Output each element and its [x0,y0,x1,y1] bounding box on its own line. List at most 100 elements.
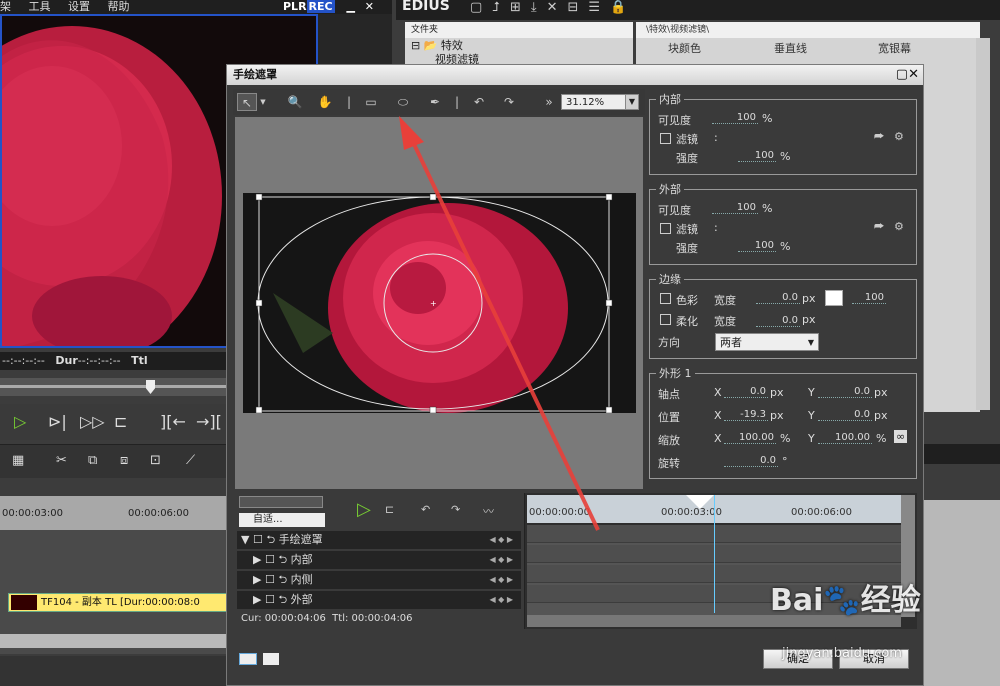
inner-strength-field[interactable]: 100 [738,150,776,162]
paste-icon[interactable]: ⧈ [120,451,128,471]
effect-widescreen[interactable]: 宽银幕 [878,40,911,56]
timeline-clip[interactable]: TF104 - 副本 TL [Dur:00:00:08:0 [8,593,230,612]
link-icon[interactable]: ⊡ [150,451,161,471]
filter-open-icon[interactable]: ⮫ [874,220,884,234]
plr-rec-toggle[interactable]: PLR REC ▁ ✕ [283,0,374,13]
app-toolbar-icons[interactable]: ▢⮥⊞⤓✕⊟☰🔒 [470,0,636,15]
select-dropdown-icon[interactable]: ▼ [253,93,273,111]
mark-out-icon[interactable]: →][ [196,412,222,432]
redo-icon[interactable]: ↷ [451,503,460,516]
graph-icon[interactable]: 〰 [483,503,494,519]
position-x-field[interactable]: -19.3 [724,409,768,421]
edge-direction-select[interactable]: 两者 ▼ [715,333,819,351]
scale-y-field[interactable]: 100.00 [818,432,872,444]
close-icon[interactable]: ✕ [365,0,374,13]
outer-filter-checkbox[interactable] [660,223,671,234]
rectangle-tool-icon[interactable]: ▭ [361,93,381,111]
menu-help[interactable]: 帮助 [108,0,130,13]
keyframe-nav-icon[interactable]: ◀ ◆ ▶ [489,531,513,549]
layout-alt-icon[interactable] [263,653,279,665]
maximize-icon[interactable]: ▢ [896,67,908,82]
rose-canvas-image[interactable]: + [243,193,636,413]
folder-panel: 文件夹 ⊟ 📂 特效 视频滤镜 [405,22,633,66]
edge-width-field[interactable]: 0.0 [756,292,800,304]
keyframe-nav-icon[interactable]: ◀ ◆ ▶ [489,551,513,569]
dialog-window-controls[interactable]: ▢✕ [896,65,919,85]
timeline-scrollbar[interactable] [0,634,230,648]
x-label: X [714,386,722,399]
filter-open-icon[interactable]: ⮫ [874,130,884,144]
bottom-bar [0,656,230,686]
save-icon[interactable]: ▦ [12,451,24,471]
hand-tool-icon[interactable]: ✋ [315,93,335,111]
redo-icon[interactable]: ↷ [499,93,519,111]
outer-visibility-field[interactable]: 100 [712,202,758,214]
cut-icon[interactable]: ✂ [56,451,67,471]
loop-icon[interactable]: ⊏ [385,503,394,516]
split-icon[interactable]: ⟋ [186,451,195,471]
fast-forward-icon[interactable]: ▷▷ [80,412,105,432]
rotate-field[interactable]: 0.0 [724,455,778,467]
menu-settings[interactable]: 设置 [68,0,90,13]
inner-filter-checkbox[interactable] [660,133,671,144]
ruler-label: 00:00:06:00 [791,507,853,518]
unit-label: px [802,313,816,326]
edge-opacity-field[interactable]: 100 [852,292,886,304]
scale-x-field[interactable]: 100.00 [724,432,776,444]
folder-item-effects[interactable]: ⊟ 📂 特效 [405,38,633,54]
step-forward-icon[interactable]: ⊳| [48,412,67,432]
keyframe-row-mask[interactable]: ▼ ☐ ⮌ 手绘遮罩 ◀ ◆ ▶ [237,531,521,549]
menu-item[interactable]: 架 [0,0,11,13]
edge-color-checkbox[interactable] [660,293,671,304]
dialog-title: 手绘遮罩 [227,65,923,85]
timeline-ruler[interactable]: 00:00:03:00 00:00:06:00 [0,496,230,530]
effect-vertical-line[interactable]: 垂直线 [774,40,807,56]
close-icon[interactable]: ✕ [908,67,919,82]
ellipse-tool-icon[interactable]: ⬭ [393,93,413,111]
undo-icon[interactable]: ↶ [469,93,489,111]
copy-icon[interactable]: ⧉ [88,451,97,471]
effects-scrollbar[interactable] [976,38,990,410]
expand-icon[interactable]: ▶ [253,553,261,566]
undo-icon[interactable]: ↶ [421,503,430,516]
inner-visibility-field[interactable]: 100 [712,112,758,124]
position-y-field[interactable]: 0.0 [818,409,872,421]
filter-settings-icon[interactable]: ⚙ [894,220,904,233]
expand-icon[interactable]: » [539,93,559,111]
keyframe-zoom-slider[interactable] [239,496,323,508]
pivot-x-field[interactable]: 0.0 [724,386,768,398]
keyframe-row-inner[interactable]: ▶ ☐ ⮌ 内部 ◀ ◆ ▶ [237,551,521,569]
layout-icon[interactable] [239,653,257,665]
effect-block-color[interactable]: 块颜色 [668,40,701,56]
expand-icon[interactable]: ▶ [253,593,261,606]
minimize-icon[interactable]: ▁ [346,0,354,13]
edge-soft-checkbox[interactable] [660,314,671,325]
plr-label[interactable]: PLR [283,0,307,13]
separator-icon: | [346,95,352,109]
keyframe-nav-icon[interactable]: ◀ ◆ ▶ [489,571,513,589]
pivot-y-field[interactable]: 0.0 [818,386,872,398]
link-scale-icon[interactable]: ∞ [894,430,908,443]
keyframe-row-inside[interactable]: ▶ ☐ ⮌ 内侧 ◀ ◆ ▶ [237,571,521,589]
rec-label[interactable]: REC [306,0,335,13]
expand-icon[interactable]: ▼ [241,533,249,546]
fit-select[interactable]: 自适... [239,513,325,527]
menu-tools[interactable]: 工具 [29,0,51,13]
edge-color-swatch[interactable] [825,290,843,306]
loop-icon[interactable]: ⊏ [114,412,127,432]
expand-icon[interactable]: ▶ [253,573,261,586]
outer-strength-field[interactable]: 100 [738,240,776,252]
play-icon[interactable]: ▷ [14,412,26,432]
zoom-tool-icon[interactable]: 🔍 [285,93,305,111]
filter-settings-icon[interactable]: ⚙ [894,130,904,143]
play-icon[interactable]: ▷ [357,499,371,520]
keyframe-row-outer[interactable]: ▶ ☐ ⮌ 外部 ◀ ◆ ▶ [237,591,521,609]
zoom-level-field[interactable]: 31.12% [561,94,629,110]
pen-tool-icon[interactable]: ✒ [425,93,445,111]
unit-label: % [762,112,773,125]
unit-label: ° [782,455,788,468]
mark-in-icon[interactable]: ][← [160,412,186,432]
zoom-dropdown-icon[interactable]: ▼ [625,94,639,110]
keyframe-nav-icon[interactable]: ◀ ◆ ▶ [489,591,513,609]
edge-soft-width-field[interactable]: 0.0 [756,315,800,327]
